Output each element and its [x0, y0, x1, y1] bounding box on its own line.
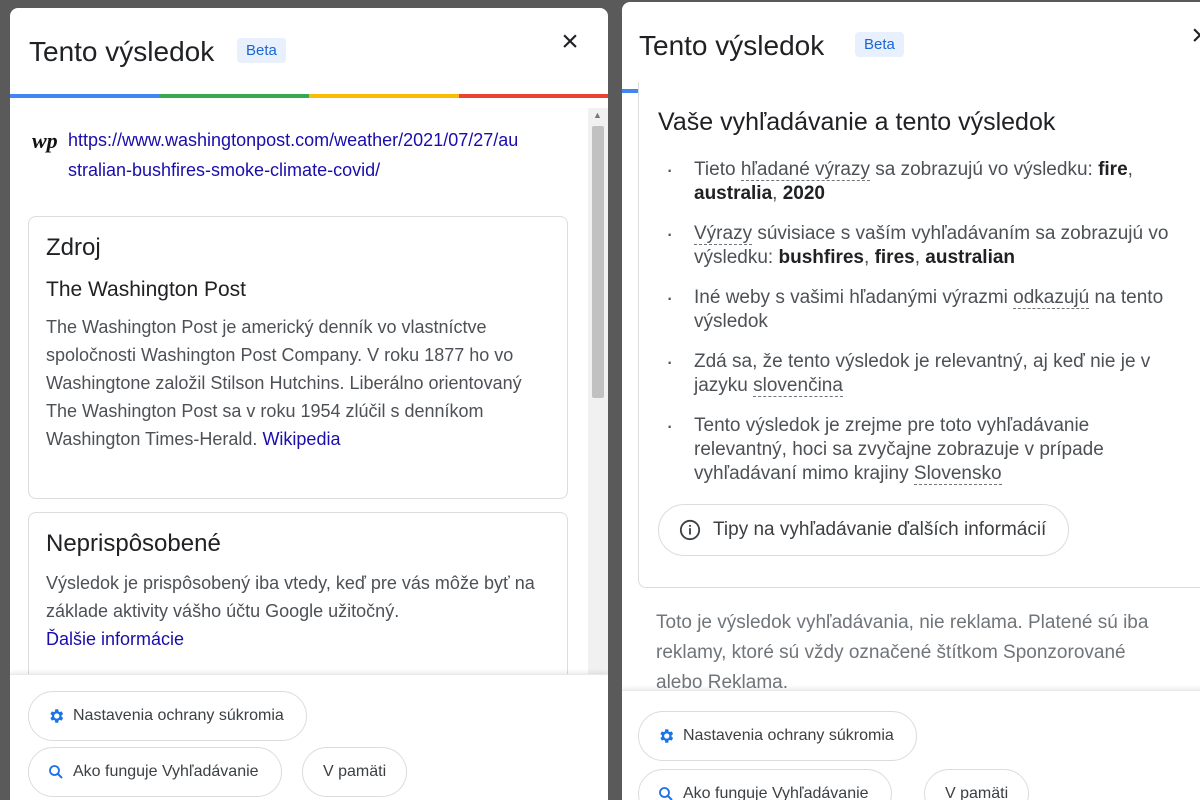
region-term[interactable]: Slovensko — [913, 463, 1002, 485]
washington-post-logo: wp — [32, 128, 58, 153]
google-color-bar — [10, 94, 608, 98]
panel-header: Tento výsledok Beta × — [622, 2, 1200, 90]
personalization-heading: Neprispôsobené — [46, 530, 221, 557]
reason-search-terms: Tieto hľadané výrazy sa zobrazujú vo výs… — [658, 158, 1178, 206]
section-title: Vaše vyhľadávanie a tento výsledok — [658, 108, 1056, 136]
search-terms-term[interactable]: hľadané výrazy — [740, 159, 870, 181]
how-search-works-label: Ako funguje Vyhľadávanie — [73, 763, 259, 780]
how-search-works-button[interactable]: Ako funguje Vyhľadávanie — [638, 769, 892, 800]
personalization-description: Výsledok je prispôsobený iba vtedy, keď … — [46, 569, 546, 653]
privacy-settings-label: Nastavenia ochrany súkromia — [683, 727, 894, 744]
url-line-2: stralian-bushfires-smoke-climate-covid/ — [68, 160, 381, 180]
panel-footer: Nastavenia ochrany súkromia Ako funguje … — [10, 674, 608, 800]
url-line-1: https://www.washingtonpost.com/weather/2… — [68, 130, 519, 150]
search-and-result-card: Vaše vyhľadávanie a tento výsledok Tieto… — [638, 82, 1200, 588]
result-url-link[interactable]: https://www.washingtonpost.com/weather/2… — [68, 125, 568, 185]
search-tips-label: Tipy na vyhľadávanie ďalších informácií — [713, 519, 1047, 540]
close-button[interactable]: × — [1184, 20, 1200, 52]
reason-related-terms: Výrazy súvisiace s vaším vyhľadávaním sa… — [658, 222, 1178, 270]
search-icon — [49, 765, 63, 779]
language-term[interactable]: slovenčina — [753, 375, 843, 397]
scroll-up-icon[interactable]: ▲ — [593, 110, 602, 120]
cached-button[interactable]: V pamäti — [302, 747, 408, 797]
cached-label: V pamäti — [945, 785, 1009, 800]
info-icon — [679, 519, 701, 541]
panel-title: Tento výsledok — [29, 36, 215, 67]
not-an-ad-note: Toto je výsledok vyhľadávania, nie rekla… — [656, 612, 1149, 693]
wikipedia-link[interactable]: Wikipedia — [262, 429, 340, 449]
more-info-link[interactable]: Ďalšie informácie — [46, 629, 184, 649]
privacy-settings-button[interactable]: Nastavenia ochrany súkromia — [28, 691, 307, 741]
reason-language: Zdá sa, že tento výsledok je relevantný,… — [658, 350, 1178, 398]
how-search-works-label: Ako funguje Vyhľadávanie — [683, 785, 869, 800]
panel-header: Tento výsledok Beta × — [10, 8, 608, 96]
links-term[interactable]: odkazujú — [1013, 287, 1090, 309]
reasons-list: Tieto hľadané výrazy sa zobrazujú vo výs… — [658, 158, 1178, 502]
reason-links: Iné weby s vašimi hľadanými výrazmi odka… — [658, 286, 1178, 334]
beta-badge: Beta — [237, 38, 286, 63]
source-card: Zdroj The Washington Post The Washington… — [28, 216, 568, 499]
search-tips-button[interactable]: Tipy na vyhľadávanie ďalších informácií — [658, 504, 1070, 556]
about-result-panel-right: Tento výsledok Beta × Vaše vyhľadávanie … — [622, 2, 1200, 800]
gear-icon — [660, 729, 674, 743]
scrollbar[interactable]: ▲ — [588, 108, 608, 678]
scrollbar-thumb[interactable] — [592, 126, 604, 398]
cached-label: V pamäti — [323, 763, 387, 780]
panel-title: Tento výsledok — [639, 30, 825, 61]
beta-badge: Beta — [855, 32, 904, 57]
panel-footer: Nastavenia ochrany súkromia Ako funguje … — [622, 690, 1200, 800]
source-heading: Zdroj — [46, 234, 101, 261]
gear-icon — [50, 709, 64, 723]
personalization-text: Výsledok je prispôsobený iba vtedy, keď … — [46, 573, 535, 621]
source-description: The Washington Post je americký denník v… — [46, 313, 556, 453]
privacy-settings-label: Nastavenia ochrany súkromia — [73, 707, 284, 724]
how-search-works-button[interactable]: Ako funguje Vyhľadávanie — [28, 747, 282, 797]
related-terms-term[interactable]: Výrazy — [694, 223, 753, 245]
source-name: The Washington Post — [46, 278, 246, 301]
cached-button[interactable]: V pamäti — [924, 769, 1030, 800]
privacy-settings-button[interactable]: Nastavenia ochrany súkromia — [638, 711, 917, 761]
search-icon — [659, 787, 673, 800]
reason-region: Tento výsledok je zrejme pre toto vyhľad… — [658, 414, 1178, 486]
close-button[interactable]: × — [554, 26, 586, 58]
about-result-panel-left: Tento výsledok Beta × ▲ wp https://www.w… — [10, 8, 608, 800]
